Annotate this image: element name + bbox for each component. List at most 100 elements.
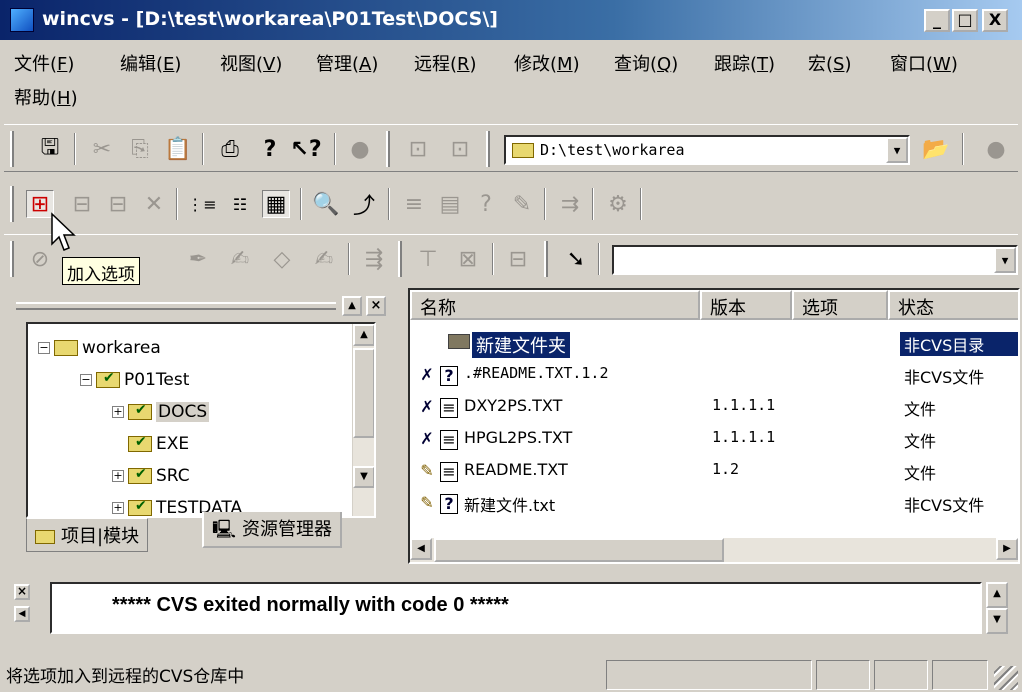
- browse-up-icon[interactable]: ⊡: [446, 135, 474, 163]
- compare-icon[interactable]: ≡: [400, 190, 428, 218]
- collapse-icon[interactable]: −: [80, 374, 92, 386]
- toolbar-grip[interactable]: [486, 131, 490, 167]
- chevron-down-icon[interactable]: ▼: [886, 137, 908, 163]
- scroll-thumb[interactable]: [353, 348, 374, 438]
- maximize-button[interactable]: □: [952, 9, 978, 32]
- menu-file[interactable]: 文件(F): [14, 50, 74, 76]
- menu-trace[interactable]: 跟踪(T): [714, 50, 775, 76]
- menu-view[interactable]: 视图(V): [220, 50, 282, 76]
- command-combo[interactable]: ▼: [612, 245, 1018, 275]
- branch-icon[interactable]: ⇶: [360, 245, 388, 273]
- resize-grip[interactable]: [994, 666, 1018, 690]
- tab-explorer[interactable]: 🖳 资源管理器: [202, 512, 343, 548]
- menu-remote[interactable]: 远程(R): [414, 50, 477, 76]
- menu-help[interactable]: 帮助(H): [14, 84, 78, 110]
- browse-back-icon[interactable]: ⊡: [404, 135, 432, 163]
- remove-icon[interactable]: ✕: [140, 190, 168, 218]
- table-row[interactable]: ✗ ? .#README.TXT.1.2 非CVS文件: [410, 360, 1018, 391]
- file-list[interactable]: 名称 版本 选项 状态 新建文件夹 非CVS目录 ✗ ? .#README.TX…: [408, 288, 1020, 564]
- tab-modules[interactable]: 项目|模块: [26, 518, 149, 552]
- tree-node-workarea[interactable]: − workarea: [38, 338, 161, 358]
- spin-down-button[interactable]: ▼: [986, 608, 1008, 634]
- tag-new-icon[interactable]: ⊤: [414, 245, 442, 273]
- settings-icon[interactable]: ⚙: [604, 190, 632, 218]
- column-header-version[interactable]: 版本: [700, 290, 792, 320]
- toolbar-grip[interactable]: [10, 241, 14, 277]
- context-help-icon[interactable]: ↖?: [290, 135, 321, 163]
- search-icon[interactable]: 🔍: [312, 190, 340, 218]
- expand-icon[interactable]: +: [112, 470, 124, 482]
- list-view-icon[interactable]: ☷: [226, 190, 254, 218]
- menu-macro[interactable]: 宏(S): [808, 50, 852, 76]
- log-icon[interactable]: ▤: [436, 190, 464, 218]
- edit-icon[interactable]: ✎: [508, 190, 536, 218]
- column-header-name[interactable]: 名称: [410, 290, 700, 320]
- help-icon[interactable]: ?: [256, 135, 284, 163]
- pen-icon[interactable]: ✒: [184, 245, 212, 273]
- spin-up-button[interactable]: ▲: [986, 582, 1008, 608]
- output-restore-button[interactable]: ◀: [14, 606, 30, 622]
- menu-window[interactable]: 窗口(W): [890, 50, 958, 76]
- minimize-button[interactable]: _: [924, 9, 950, 32]
- details-view-icon[interactable]: ▦: [262, 190, 290, 218]
- expand-icon[interactable]: +: [112, 502, 124, 514]
- add-unicode-icon[interactable]: ⊟: [104, 190, 132, 218]
- scroll-left-button[interactable]: ◀: [410, 538, 432, 560]
- folder-up-icon[interactable]: ⤴: [350, 190, 378, 219]
- menu-admin[interactable]: 管理(A): [316, 50, 378, 76]
- toolbar-grip[interactable]: [10, 131, 14, 167]
- browse-folder-icon[interactable]: 📂: [922, 135, 950, 163]
- table-row[interactable]: ✗ ≡ HPGL2PS.TXT 1.1.1.1 文件: [410, 424, 1018, 455]
- print-icon[interactable]: ⎙: [216, 135, 244, 163]
- paste-icon[interactable]: 📋: [164, 135, 192, 163]
- toolbar-grip[interactable]: [544, 241, 548, 277]
- toolbar-grip[interactable]: [386, 131, 390, 167]
- menu-query[interactable]: 查询(Q): [614, 50, 678, 76]
- collapse-icon[interactable]: −: [38, 342, 50, 354]
- output-text[interactable]: ***** CVS exited normally with code 0 **…: [50, 582, 982, 634]
- tree-node-p01test[interactable]: − P01Test: [80, 370, 189, 390]
- menu-edit[interactable]: 编辑(E): [120, 50, 181, 76]
- tree-node-src[interactable]: + SRC: [112, 466, 190, 486]
- record-icon[interactable]: ●: [982, 135, 1010, 163]
- copy-icon[interactable]: ⎘: [126, 135, 154, 163]
- panel-restore-button[interactable]: ▲: [342, 296, 362, 316]
- editors-icon[interactable]: ✍: [310, 245, 338, 273]
- pen-edit-icon[interactable]: ✍: [226, 245, 254, 273]
- tree-vertical-scrollbar[interactable]: ▲ ▼: [352, 324, 374, 516]
- list-horizontal-scrollbar[interactable]: ◀ ▶: [410, 538, 1018, 562]
- close-button[interactable]: X: [982, 9, 1008, 32]
- panel-close-button[interactable]: ×: [366, 296, 386, 316]
- expand-icon[interactable]: +: [112, 406, 124, 418]
- tree-view-icon[interactable]: ⋮≡: [187, 190, 216, 218]
- tree-node-exe[interactable]: EXE: [128, 434, 189, 454]
- menu-modify[interactable]: 修改(M): [514, 50, 580, 76]
- save-icon[interactable]: 🖫: [36, 135, 64, 163]
- chevron-down-icon[interactable]: ▼: [994, 247, 1016, 273]
- scroll-up-button[interactable]: ▲: [353, 324, 374, 346]
- table-row[interactable]: ✎ ≡ README.TXT 1.2 文件: [410, 456, 1018, 487]
- column-header-status[interactable]: 状态: [888, 290, 1018, 320]
- path-combo[interactable]: D:\test\workarea ▼: [504, 135, 910, 165]
- wincvs-app-icon[interactable]: [10, 8, 34, 32]
- graph-icon[interactable]: ⊟: [504, 245, 532, 273]
- scroll-down-button[interactable]: ▼: [353, 466, 374, 488]
- scroll-right-button[interactable]: ▶: [996, 538, 1018, 560]
- scroll-thumb[interactable]: [434, 538, 724, 562]
- tag-icon[interactable]: ⇉: [556, 190, 584, 218]
- info-icon[interactable]: ?: [472, 190, 500, 218]
- arrow-right-icon[interactable]: ➘: [562, 245, 590, 273]
- toolbar-grip[interactable]: [10, 186, 14, 222]
- cut-icon[interactable]: ✂: [88, 135, 116, 163]
- output-close-button[interactable]: ×: [14, 584, 30, 600]
- folder-tree[interactable]: − workarea − P01Test + DOCS EXE + SRC + …: [26, 322, 376, 518]
- table-row[interactable]: ✎ ? 新建文件.txt 非CVS文件: [410, 488, 1018, 519]
- eraser-icon[interactable]: ◇: [268, 245, 296, 273]
- toolbar-grip[interactable]: [398, 241, 402, 277]
- table-row[interactable]: ✗ ≡ DXY2PS.TXT 1.1.1.1 文件: [410, 392, 1018, 423]
- tag-delete-icon[interactable]: ⊠: [454, 245, 482, 273]
- stop-icon[interactable]: ●: [346, 135, 374, 163]
- tree-node-docs[interactable]: + DOCS: [112, 402, 210, 422]
- table-row[interactable]: 新建文件夹 非CVS目录: [410, 328, 1018, 359]
- panel-grip[interactable]: [16, 302, 336, 310]
